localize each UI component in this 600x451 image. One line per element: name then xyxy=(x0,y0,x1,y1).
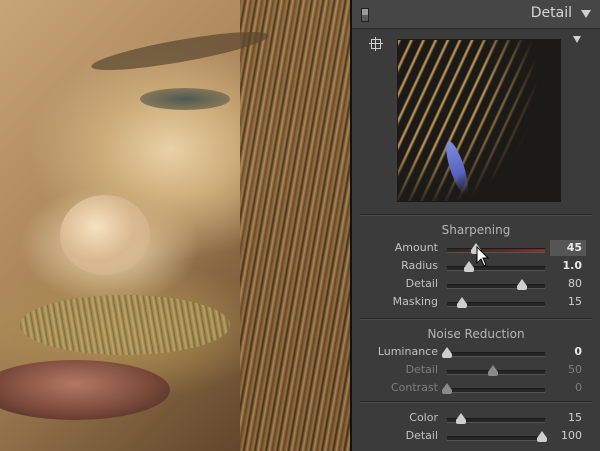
photo-nose xyxy=(60,195,150,275)
slider-track[interactable] xyxy=(447,248,545,253)
slider-value[interactable]: 0 xyxy=(574,345,582,358)
slider-value[interactable]: 100 xyxy=(561,429,582,442)
noise-reduction-title: Noise Reduction xyxy=(427,327,525,341)
slider-value[interactable]: 15 xyxy=(568,411,582,424)
slider-value[interactable]: 0 xyxy=(575,381,582,394)
slider-thumb[interactable] xyxy=(442,383,452,394)
slider-row[interactable]: Detail 50 xyxy=(352,362,600,380)
sharpening-title: Sharpening xyxy=(441,223,511,237)
panel-header[interactable]: Detail xyxy=(352,0,600,29)
preview-hair-strands xyxy=(398,40,560,201)
slider-value[interactable]: 1.0 xyxy=(563,259,583,272)
panel-toggle-icon[interactable] xyxy=(361,8,369,22)
photo-lips xyxy=(0,360,170,420)
slider-row[interactable]: Color 15 xyxy=(352,410,600,428)
photo-eye xyxy=(140,88,230,110)
slider-row[interactable]: Luminance 0 xyxy=(352,344,600,362)
photo-hair xyxy=(240,0,350,451)
photo-mustache xyxy=(20,295,230,355)
slider-track[interactable] xyxy=(447,352,545,357)
slider-row[interactable]: Contrast 0 xyxy=(352,380,600,398)
divider xyxy=(360,401,592,402)
panel-title: Detail xyxy=(530,5,572,21)
slider-thumb[interactable] xyxy=(455,413,466,424)
divider xyxy=(360,318,592,319)
slider-label: Radius xyxy=(401,259,438,272)
slider-label: Detail xyxy=(405,277,438,290)
slider-thumb[interactable] xyxy=(463,261,474,272)
slider-track[interactable] xyxy=(447,436,545,441)
slider-label: Luminance xyxy=(377,345,438,358)
slider-track[interactable] xyxy=(447,284,545,289)
slider-value[interactable]: 15 xyxy=(568,295,582,308)
preview-zoom-image[interactable] xyxy=(397,39,561,202)
slider-value[interactable]: 80 xyxy=(568,277,582,290)
slider-thumb[interactable] xyxy=(442,347,452,358)
detail-preview xyxy=(360,30,592,210)
detail-panel: Detail Sharpening Amount 45 Radius 1.0 Detai… xyxy=(350,0,600,451)
slider-thumb[interactable] xyxy=(488,365,499,376)
slider-row[interactable]: Detail 100 xyxy=(352,428,600,446)
preview-menu-triangle-icon[interactable] xyxy=(573,36,581,43)
photo-canvas[interactable] xyxy=(0,0,350,451)
slider-label: Color xyxy=(409,411,438,424)
slider-thumb[interactable] xyxy=(537,431,548,442)
slider-value[interactable]: 50 xyxy=(568,363,582,376)
slider-label: Detail xyxy=(405,363,438,376)
slider-track[interactable] xyxy=(447,266,545,271)
slider-track[interactable] xyxy=(447,388,545,393)
slider-thumb[interactable] xyxy=(517,279,528,290)
slider-row[interactable]: Detail 80 xyxy=(352,276,600,294)
arrow-cursor-icon xyxy=(476,246,490,267)
divider xyxy=(360,214,592,215)
slider-thumb[interactable] xyxy=(456,297,467,308)
target-adjust-icon[interactable] xyxy=(369,37,383,51)
slider-label: Amount xyxy=(394,241,438,254)
slider-label: Contrast xyxy=(390,381,438,394)
slider-label: Detail xyxy=(405,429,438,442)
disclosure-triangle-icon[interactable] xyxy=(581,10,591,18)
slider-row[interactable]: Masking 15 xyxy=(352,294,600,312)
slider-label: Masking xyxy=(392,295,438,308)
slider-value[interactable]: 45 xyxy=(567,241,582,254)
